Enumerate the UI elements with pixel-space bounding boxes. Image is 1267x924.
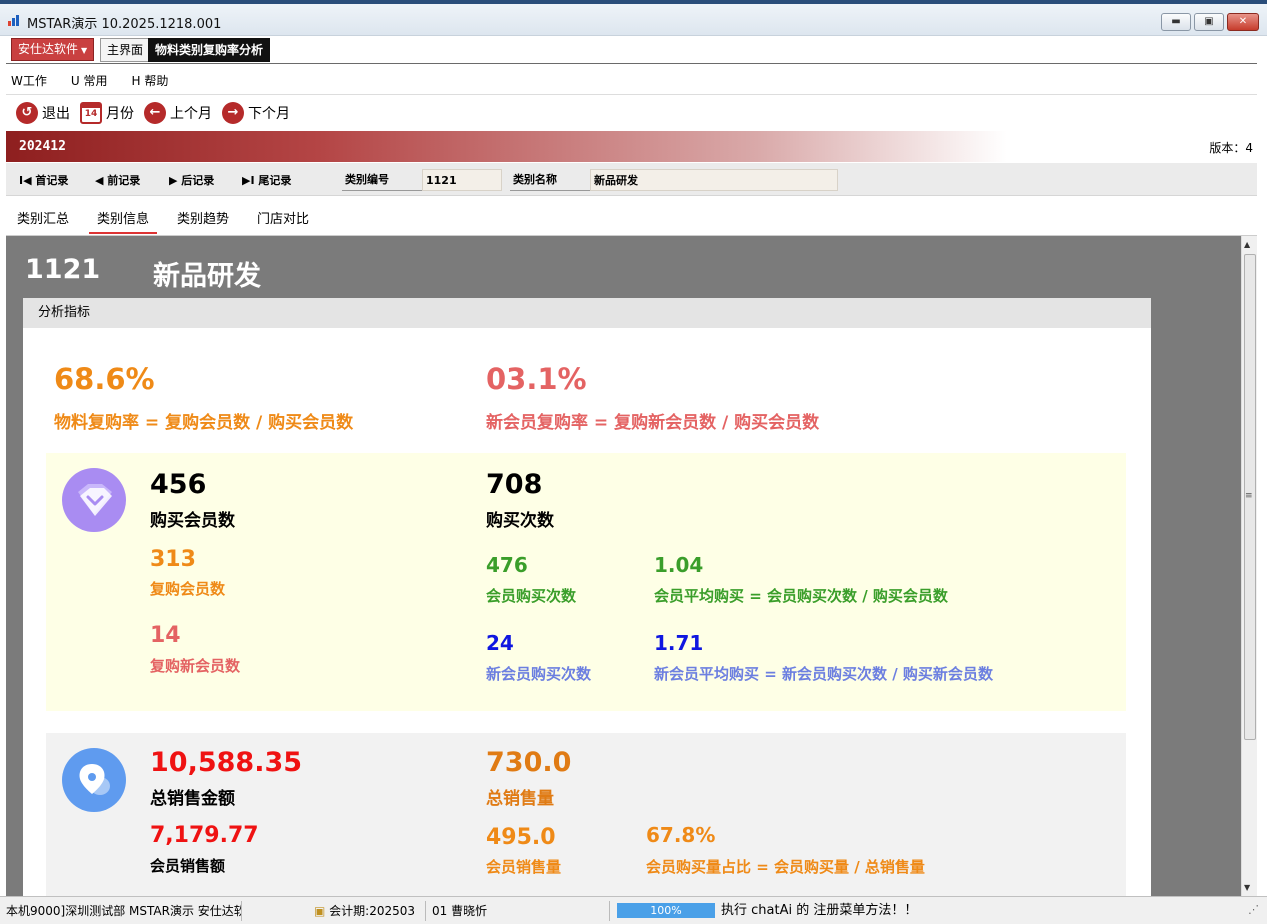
vertical-scrollbar[interactable]: ▲ ≡ ▼ <box>1241 236 1257 896</box>
company-dropdown[interactable]: 安仕达软件 ▼ <box>11 38 95 61</box>
tab-category-trend[interactable]: 类别趋势 <box>177 208 229 234</box>
new-repurchase-members-label: 复购新会员数 <box>150 657 241 675</box>
chevron-down-icon: ▼ <box>81 46 88 55</box>
scroll-down-icon[interactable]: ▼ <box>1244 883 1250 892</box>
buy-members-label: 购买会员数 <box>150 511 235 531</box>
buy-times-value: 708 <box>486 469 543 500</box>
folder-icon: ▣ <box>314 904 326 918</box>
category-name-label: 类别名称 <box>510 169 590 191</box>
new-member-buy-times-value: 24 <box>486 631 514 655</box>
repurchase-members-label: 复购会员数 <box>150 580 226 598</box>
status-bar: 本机9000]深圳测试部 MSTAR演示 安仕达软 ▣ 会计期:202503 0… <box>0 896 1267 924</box>
new-repurchase-members-value: 14 <box>150 623 181 648</box>
next-record-button[interactable]: ▶ 后记录 <box>169 172 214 188</box>
menubar: W工作 U 常用 H 帮助 <box>6 70 173 92</box>
category-code-label: 类别编号 <box>342 169 422 191</box>
action-toolbar: ↺ 退出 14 月份 ← 上个月 → 下个月 <box>6 94 1257 130</box>
member-avg-label: 会员平均购买 = 会员购买次数 / 购买会员数 <box>654 587 948 605</box>
total-sales-amount-label: 总销售金额 <box>150 789 235 809</box>
prev-month-label: 上个月 <box>170 105 212 122</box>
member-metrics-box: 456 购买会员数 313 复购会员数 14 复购新会员数 708 购买次数 4… <box>46 453 1126 711</box>
status-user: 01 曹晓忻 <box>430 901 610 921</box>
total-sales-amount-value: 10,588.35 <box>150 747 303 778</box>
total-sales-qty-label: 总销售量 <box>486 789 554 809</box>
total-sales-qty-value: 730.0 <box>486 747 572 778</box>
member-sales-amount-label: 会员销售额 <box>150 857 226 875</box>
last-record-button[interactable]: ▶I 尾记录 <box>242 172 291 188</box>
progress-bar: 100% <box>617 903 715 918</box>
menu-help[interactable]: H 帮助 <box>126 70 173 92</box>
next-month-button[interactable]: → 下个月 <box>222 101 290 124</box>
maximize-button[interactable]: ▣ <box>1194 13 1224 31</box>
buy-members-value: 456 <box>150 469 207 500</box>
month-label: 月份 <box>106 105 134 122</box>
member-sales-amount-value: 7,179.77 <box>150 823 259 848</box>
prev-record-button[interactable]: ◀ 前记录 <box>95 172 140 188</box>
tab-category-info[interactable]: 类别信息 <box>89 208 158 234</box>
exit-label: 退出 <box>42 105 70 122</box>
window-titlebar: MSTAR演示 10.2025.1218.001 ▬ ▣ ✕ <box>0 0 1267 36</box>
member-qty-ratio-label: 会员购买量占比 = 会员购买量 / 总销售量 <box>646 858 925 876</box>
category-name-field[interactable]: 新品研发 <box>590 169 838 191</box>
arrow-left-icon: ← <box>144 101 166 124</box>
status-period: ▣ 会计期:202503 <box>312 901 426 921</box>
sales-metrics-box: 10,588.35 总销售金额 7,179.77 会员销售额 730.0 总销售… <box>46 733 1126 896</box>
category-code-heading: 1121 <box>25 254 101 285</box>
member-avg-value: 1.04 <box>654 553 704 577</box>
menu-work[interactable]: W工作 <box>6 70 52 92</box>
first-record-button[interactable]: I◀ 首记录 <box>19 172 68 188</box>
status-host: 本机9000]深圳测试部 MSTAR演示 安仕达软 <box>4 901 242 921</box>
member-sales-qty-label: 会员销售量 <box>486 858 562 876</box>
period-banner: 202412 版本：4 <box>6 131 1257 162</box>
member-sales-qty-value: 495.0 <box>486 825 556 850</box>
new-repurchase-rate-value: 03.1% <box>486 362 587 396</box>
scroll-up-icon[interactable]: ▲ <box>1244 240 1250 249</box>
menu-common[interactable]: U 常用 <box>66 70 113 92</box>
repurchase-rate-formula: 物料复购率 = 复购会员数 / 购买会员数 <box>54 413 354 433</box>
analysis-panel: 分析指标 68.6% 物料复购率 = 复购会员数 / 购买会员数 03.1% 新… <box>23 298 1151 896</box>
tab-home[interactable]: 主界面 <box>100 38 151 62</box>
prev-month-button[interactable]: ← 上个月 <box>144 101 212 124</box>
grip-icon: ≡ <box>1245 491 1253 501</box>
app-icon <box>8 14 22 26</box>
window-title: MSTAR演示 10.2025.1218.001 <box>27 17 222 32</box>
exit-button[interactable]: ↺ 退出 <box>16 101 70 124</box>
resize-grip-icon[interactable]: ⋰ <box>1248 903 1259 916</box>
calendar-icon: 14 <box>80 101 102 124</box>
status-period-label: 会计期:202503 <box>329 904 416 918</box>
new-repurchase-rate-formula: 新会员复购率 = 复购新会员数 / 购买会员数 <box>486 413 820 433</box>
new-member-avg-value: 1.71 <box>654 631 704 655</box>
version-label: 版本：4 <box>1209 141 1253 155</box>
company-label: 安仕达软件 <box>18 42 79 56</box>
record-navigation: I◀ 首记录 ◀ 前记录 ▶ 后记录 ▶I 尾记录 类别编号 1121 类别名称… <box>6 163 1257 196</box>
location-pin-icon <box>62 748 126 812</box>
member-qty-ratio-value: 67.8% <box>646 823 716 847</box>
content-area: 1121 新品研发 分析指标 68.6% 物料复购率 = 复购会员数 / 购买会… <box>6 236 1241 896</box>
category-name-heading: 新品研发 <box>153 261 261 292</box>
panel-title: 分析指标 <box>23 298 1151 328</box>
minimize-button[interactable]: ▬ <box>1161 13 1191 31</box>
new-member-buy-times-label: 新会员购买次数 <box>486 665 592 683</box>
diamond-icon <box>62 468 126 532</box>
repurchase-members-value: 313 <box>150 547 196 572</box>
sub-tabs: 类别汇总 类别信息 类别趋势 门店对比 <box>6 198 1257 236</box>
category-code-field[interactable]: 1121 <box>422 169 502 191</box>
tab-category-summary[interactable]: 类别汇总 <box>17 208 69 234</box>
document-tabs: 安仕达软件 ▼ 主界面 物料类别复购率分析 <box>6 36 1257 64</box>
member-buy-times-value: 476 <box>486 553 528 577</box>
next-month-label: 下个月 <box>248 105 290 122</box>
close-button[interactable]: ✕ <box>1227 13 1259 31</box>
new-member-avg-label: 新会员平均购买 = 新会员购买次数 / 购买新会员数 <box>654 665 993 683</box>
tab-category-repurchase[interactable]: 物料类别复购率分析 <box>148 38 271 62</box>
buy-times-label: 购买次数 <box>486 511 554 531</box>
period-value: 202412 <box>19 139 66 154</box>
status-message: 执行 chatAi 的 注册菜单方法！！ <box>721 903 918 918</box>
repurchase-rate-value: 68.6% <box>54 362 155 396</box>
exit-icon: ↺ <box>16 101 38 124</box>
arrow-right-icon: → <box>222 101 244 124</box>
month-button[interactable]: 14 月份 <box>80 101 134 124</box>
member-buy-times-label: 会员购买次数 <box>486 587 577 605</box>
tab-store-compare[interactable]: 门店对比 <box>257 208 309 234</box>
